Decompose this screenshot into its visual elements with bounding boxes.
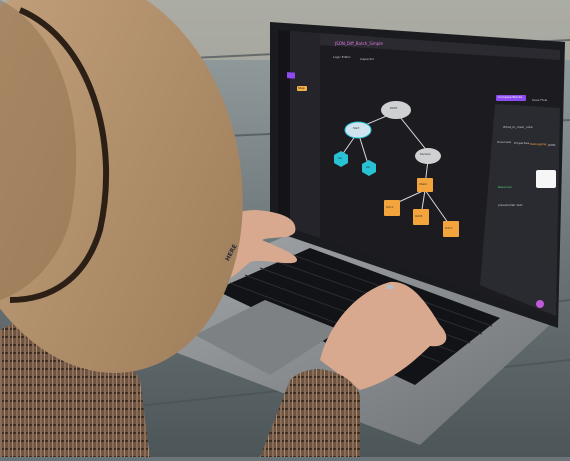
purple-accent [287,72,295,79]
help-button [536,300,544,308]
right-node [415,148,441,164]
side-panel [290,31,320,238]
box-node-3 [443,221,459,237]
mid-box-node [417,178,433,192]
left-node [344,121,372,139]
box-node-2 [413,209,429,225]
step-tag-bg [297,86,307,91]
left-toolbar [278,30,290,228]
compare-button-bg [496,95,526,101]
root-node [381,101,411,119]
photo-illustration [0,0,570,457]
white-panel-node [536,170,556,188]
ring [386,285,394,289]
box-node-1 [384,200,400,216]
photo-scene [0,0,570,457]
